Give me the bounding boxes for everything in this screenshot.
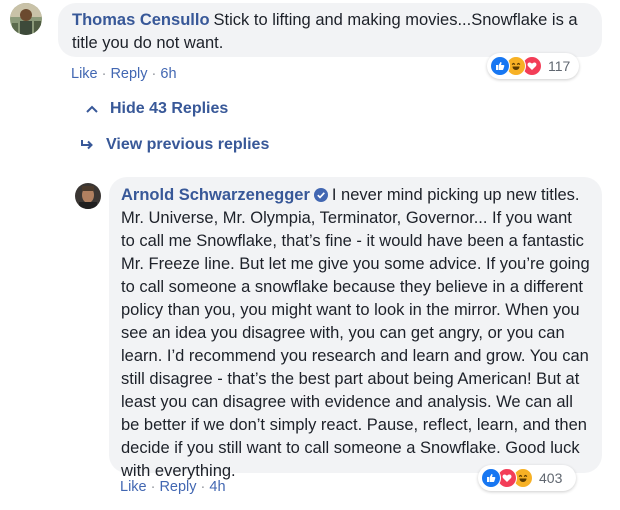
view-previous-replies-button[interactable]: View previous replies xyxy=(80,136,269,154)
avatar-arnold[interactable] xyxy=(75,183,101,209)
chevron-up-icon xyxy=(86,105,98,113)
hide-replies-label: Hide 43 Replies xyxy=(110,100,229,117)
reply-link[interactable]: Reply xyxy=(110,66,147,82)
separator: · xyxy=(151,66,157,82)
separator: · xyxy=(200,479,206,495)
view-previous-replies-label: View previous replies xyxy=(106,136,270,153)
comment-body: I never mind picking up new titles. Mr. … xyxy=(121,186,590,480)
timestamp[interactable]: 4h xyxy=(209,479,225,495)
comment-bubble: Arnold Schwarzenegger I never mind pickin… xyxy=(109,177,602,480)
avatar-thomas[interactable] xyxy=(10,3,42,35)
reaction-count: 117 xyxy=(548,58,571,74)
reply-link[interactable]: Reply xyxy=(159,479,196,495)
comment-actions: Like · Reply · 6h xyxy=(71,66,177,82)
timestamp[interactable]: 6h xyxy=(160,66,176,82)
like-link[interactable]: Like xyxy=(120,479,147,495)
separator: · xyxy=(150,479,156,495)
reactions-summary[interactable]: 117 xyxy=(487,53,579,79)
reaction-count: 403 xyxy=(539,470,563,486)
reply-arrow-icon xyxy=(81,140,93,150)
author-name[interactable]: Thomas Censullo xyxy=(72,11,210,29)
like-icon xyxy=(490,56,510,76)
separator: · xyxy=(101,66,107,82)
comment-text: Arnold Schwarzenegger I never mind pickin… xyxy=(121,184,590,483)
verified-badge-icon xyxy=(313,188,328,202)
like-icon xyxy=(481,468,501,488)
author-name[interactable]: Arnold Schwarzenegger xyxy=(121,186,310,204)
comment-bubble: Thomas Censullo Stick to lifting and maki… xyxy=(58,3,602,57)
like-link[interactable]: Like xyxy=(71,66,98,82)
comment-text: Thomas Censullo Stick to lifting and maki… xyxy=(72,9,588,55)
reactions-summary[interactable]: 403 xyxy=(478,465,576,491)
hide-replies-button[interactable]: Hide 43 Replies xyxy=(86,100,228,118)
comment-actions: Like · Reply · 4h xyxy=(120,479,226,495)
avatar-image xyxy=(10,3,42,35)
avatar-image xyxy=(75,183,101,209)
